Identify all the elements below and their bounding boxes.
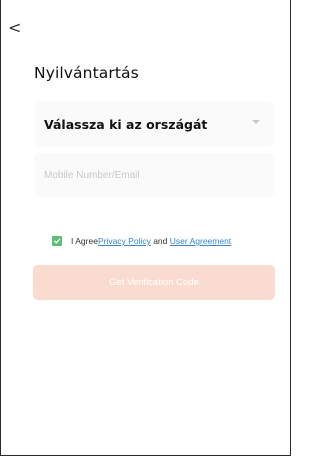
back-button[interactable]: < — [8, 20, 21, 36]
agree-checkbox[interactable] — [52, 236, 62, 246]
chevron-left-icon: < — [8, 18, 22, 37]
page-title: Nyilvántartás — [34, 64, 139, 82]
agree-conjunction-text: and — [150, 236, 170, 246]
privacy-policy-link[interactable]: Privacy Policy — [98, 236, 151, 246]
country-select[interactable]: Válassza ki az országát — [34, 102, 274, 146]
check-icon — [53, 238, 61, 244]
country-select-value: Válassza ki az országát — [44, 117, 208, 132]
contact-input[interactable] — [34, 153, 274, 197]
contact-field — [34, 153, 274, 197]
user-agreement-link[interactable]: User Agreement — [170, 236, 231, 246]
agreement-row: I Agree Privacy Policy and User Agreement — [52, 236, 231, 246]
agree-prefix-text: I Agree — [71, 236, 98, 246]
get-verification-code-button[interactable]: Get Verification Code — [33, 265, 275, 300]
caret-down-icon — [252, 120, 260, 124]
